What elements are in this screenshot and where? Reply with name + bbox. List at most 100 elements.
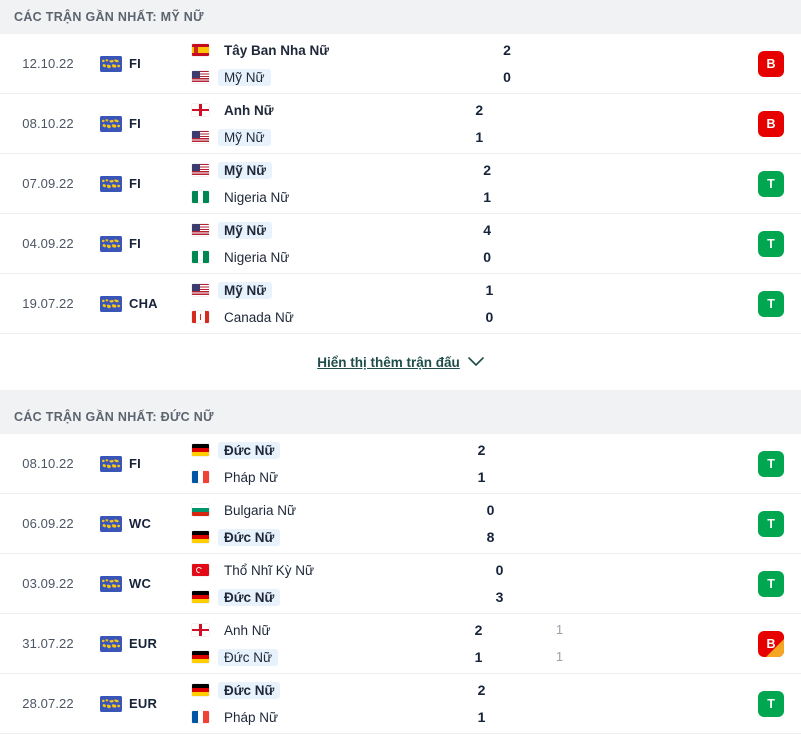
penalty-score-home	[537, 220, 599, 240]
match-row[interactable]: 04.09.22 FI Mỹ Nữ Nigeria Nữ 4 0 T	[0, 214, 801, 274]
match-row[interactable]: 08.10.22 FI Anh Nữ Mỹ Nữ 2 1 B	[0, 94, 801, 154]
match-row[interactable]: 07.09.22 FI Mỹ Nữ Nigeria Nữ 2 1 T	[0, 154, 801, 214]
match-row[interactable]: 12.10.22 FI Tây Ban Nha Nữ Mỹ Nữ 2 0 B	[0, 34, 801, 94]
team-home[interactable]: Tây Ban Nha Nữ	[192, 40, 457, 60]
team-away[interactable]: Đức Nữ	[192, 587, 450, 607]
match-date: 19.07.22	[22, 296, 74, 311]
result-badge[interactable]: T	[758, 230, 784, 257]
team-name[interactable]: Đức Nữ	[218, 681, 281, 699]
match-date: 04.09.22	[22, 236, 74, 251]
competition-abbr: FI	[129, 56, 141, 71]
result-badge[interactable]: T	[758, 170, 784, 197]
team-home[interactable]: Đức Nữ	[192, 440, 432, 460]
team-name[interactable]: Pháp Nữ	[218, 469, 284, 486]
result-badge[interactable]: T	[758, 290, 785, 317]
team-away[interactable]: Pháp Nữ	[192, 707, 432, 727]
match-row[interactable]: 31.07.22 EUR Anh Nữ Đức Nữ 2 1 1 1 B	[0, 614, 801, 674]
match-date: 12.10.22	[22, 56, 74, 71]
penalty-score-home	[537, 160, 599, 180]
team-home[interactable]: Đức Nữ	[192, 680, 432, 700]
match-row[interactable]: 06.09.22 WC Bulgaria Nữ Đức Nữ 0 8 T	[0, 494, 801, 554]
team-away[interactable]: Mỹ Nữ	[192, 67, 457, 87]
score-away: 1	[474, 649, 483, 665]
team-name[interactable]: Canada Nữ	[218, 309, 300, 326]
team-home[interactable]: Bulgaria Nữ	[192, 500, 441, 520]
penalty-score-home	[532, 440, 594, 460]
team-home[interactable]: Thổ Nhĩ Kỳ Nữ	[192, 560, 450, 580]
competition-cell[interactable]: WC	[96, 515, 188, 532]
team-name[interactable]: Bulgaria Nữ	[218, 502, 302, 519]
match-row[interactable]: 28.07.22 EUR Đức Nữ Pháp Nữ 2 1 T	[0, 674, 801, 734]
competition-abbr: FI	[129, 116, 141, 131]
competition-cell[interactable]: FI	[96, 455, 188, 472]
result-letter: T	[767, 576, 775, 591]
result-badge[interactable]: T	[758, 450, 785, 477]
team-name[interactable]: Mỹ Nữ	[218, 281, 273, 299]
competition-cell[interactable]: CHA	[96, 295, 188, 312]
score-home: 4	[483, 222, 492, 238]
result-badge[interactable]: B	[758, 110, 784, 137]
team-away[interactable]: Đức Nữ	[192, 527, 441, 547]
teams-cell: Thổ Nhĩ Kỳ Nữ Đức Nữ	[188, 560, 450, 607]
score-away: 0	[483, 249, 492, 265]
england-flag-icon	[192, 624, 209, 636]
score-away: 1	[477, 709, 486, 725]
team-home[interactable]: Mỹ Nữ	[192, 220, 437, 240]
team-name[interactable]: Đức Nữ	[218, 528, 281, 546]
competition-cell[interactable]: WC	[96, 575, 188, 592]
match-date: 28.07.22	[22, 696, 74, 711]
result-badge[interactable]: T	[758, 570, 785, 597]
team-name[interactable]: Pháp Nữ	[218, 709, 284, 726]
team-away[interactable]: Mỹ Nữ	[192, 127, 429, 147]
world-globe-icon	[100, 235, 122, 252]
team-home[interactable]: Anh Nữ	[192, 100, 429, 120]
team-name[interactable]: Anh Nữ	[218, 622, 277, 639]
score-away: 8	[486, 529, 495, 545]
match-date: 08.10.22	[22, 116, 74, 131]
match-row[interactable]: 08.10.22 FI Đức Nữ Pháp Nữ 2 1 T	[0, 434, 801, 494]
world-globe-icon	[100, 635, 122, 652]
competition-abbr: FI	[129, 176, 141, 191]
team-name[interactable]: Mỹ Nữ	[218, 161, 273, 179]
team-name[interactable]: Đức Nữ	[218, 441, 281, 459]
team-name[interactable]: Thổ Nhĩ Kỳ Nữ	[218, 562, 320, 579]
result-badge[interactable]: B	[758, 630, 785, 657]
world-globe-icon	[100, 175, 122, 192]
team-home[interactable]: Mỹ Nữ	[192, 160, 437, 180]
result-badge[interactable]: T	[758, 510, 785, 537]
competition-cell[interactable]: EUR	[96, 635, 188, 652]
team-name[interactable]: Đức Nữ	[218, 648, 279, 666]
team-home[interactable]: Mỹ Nữ	[192, 280, 439, 300]
team-name[interactable]: Tây Ban Nha Nữ	[218, 42, 335, 59]
match-row[interactable]: 19.07.22 CHA Mỹ Nữ Canada Nữ 1 0 T	[0, 274, 801, 334]
bulgaria-flag-icon	[192, 504, 209, 516]
section-header: CÁC TRẬN GẦN NHẤT: ĐỨC NỮ	[0, 400, 801, 434]
team-name[interactable]: Mỹ Nữ	[218, 221, 273, 239]
team-away[interactable]: Nigeria Nữ	[192, 187, 437, 207]
team-name[interactable]: Mỹ Nữ	[218, 128, 271, 146]
result-cell: T	[741, 690, 801, 717]
competition-cell[interactable]: FI	[96, 55, 188, 72]
team-away[interactable]: Canada Nữ	[192, 307, 439, 327]
result-badge[interactable]: T	[758, 690, 785, 717]
competition-cell[interactable]: FI	[96, 115, 188, 132]
team-name[interactable]: Đức Nữ	[218, 588, 281, 606]
team-away[interactable]: Nigeria Nữ	[192, 247, 437, 267]
result-cell: T	[741, 230, 801, 257]
team-away[interactable]: Pháp Nữ	[192, 467, 432, 487]
competition-cell[interactable]: EUR	[96, 695, 188, 712]
team-name[interactable]: Nigeria Nữ	[218, 189, 295, 206]
team-name[interactable]: Anh Nữ	[218, 102, 280, 119]
match-row[interactable]: 03.09.22 WC Thổ Nhĩ Kỳ Nữ Đức Nữ 0 3 T	[0, 554, 801, 614]
team-name[interactable]: Mỹ Nữ	[218, 68, 271, 86]
show-more-matches-button[interactable]: Hiển thị thêm trận đấu	[317, 355, 484, 370]
team-name[interactable]: Nigeria Nữ	[218, 249, 295, 266]
result-badge[interactable]: B	[758, 50, 785, 77]
germany-flag-icon	[192, 531, 209, 543]
result-cell: T	[741, 570, 801, 597]
team-home[interactable]: Anh Nữ	[192, 620, 429, 640]
competition-cell[interactable]: FI	[96, 235, 188, 252]
team-away[interactable]: Đức Nữ	[192, 647, 429, 667]
penalty-score-away: 1	[555, 649, 564, 664]
competition-cell[interactable]: FI	[96, 175, 188, 192]
